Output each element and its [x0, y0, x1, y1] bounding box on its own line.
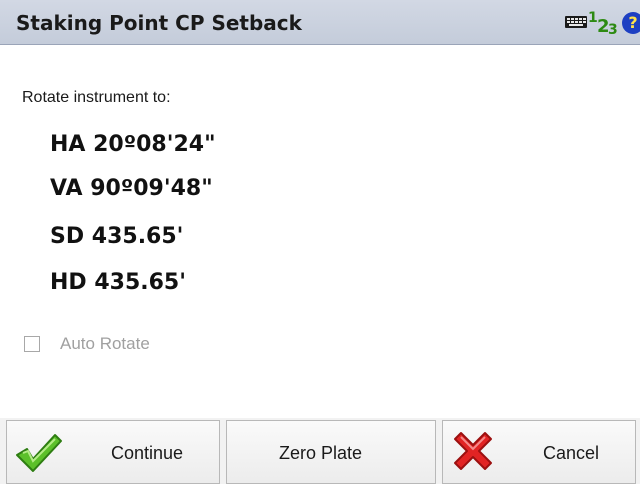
rotate-prompt: Rotate instrument to: — [22, 89, 171, 106]
title-bar: Staking Point CP Setback 1 2 3 ? — [0, 0, 640, 45]
window-title: Staking Point CP Setback — [16, 11, 302, 35]
ha-value: HA 20º08'24" — [50, 132, 216, 157]
cancel-x-icon — [454, 432, 492, 470]
input-mode-digit-3: 3 — [608, 22, 618, 38]
zero-plate-label: Zero Plate — [279, 443, 363, 463]
auto-rotate-label: Auto Rotate — [60, 334, 150, 353]
help-icon[interactable]: ? — [622, 12, 640, 34]
checkmark-icon — [16, 434, 62, 472]
zero-plate-button[interactable]: Zero Plate — [226, 420, 436, 484]
sd-value: SD 435.65' — [50, 224, 184, 249]
continue-label: Continue — [111, 443, 184, 463]
continue-button[interactable]: Continue — [6, 420, 220, 484]
va-value: VA 90º09'48" — [50, 176, 213, 201]
keyboard-icon[interactable] — [565, 16, 587, 28]
cancel-label: Cancel — [543, 443, 600, 463]
auto-rotate-checkbox[interactable] — [24, 336, 40, 352]
cancel-button[interactable]: Cancel — [442, 420, 636, 484]
hd-value: HD 435.65' — [50, 270, 186, 295]
input-mode-icon[interactable]: 1 2 3 — [588, 8, 624, 38]
